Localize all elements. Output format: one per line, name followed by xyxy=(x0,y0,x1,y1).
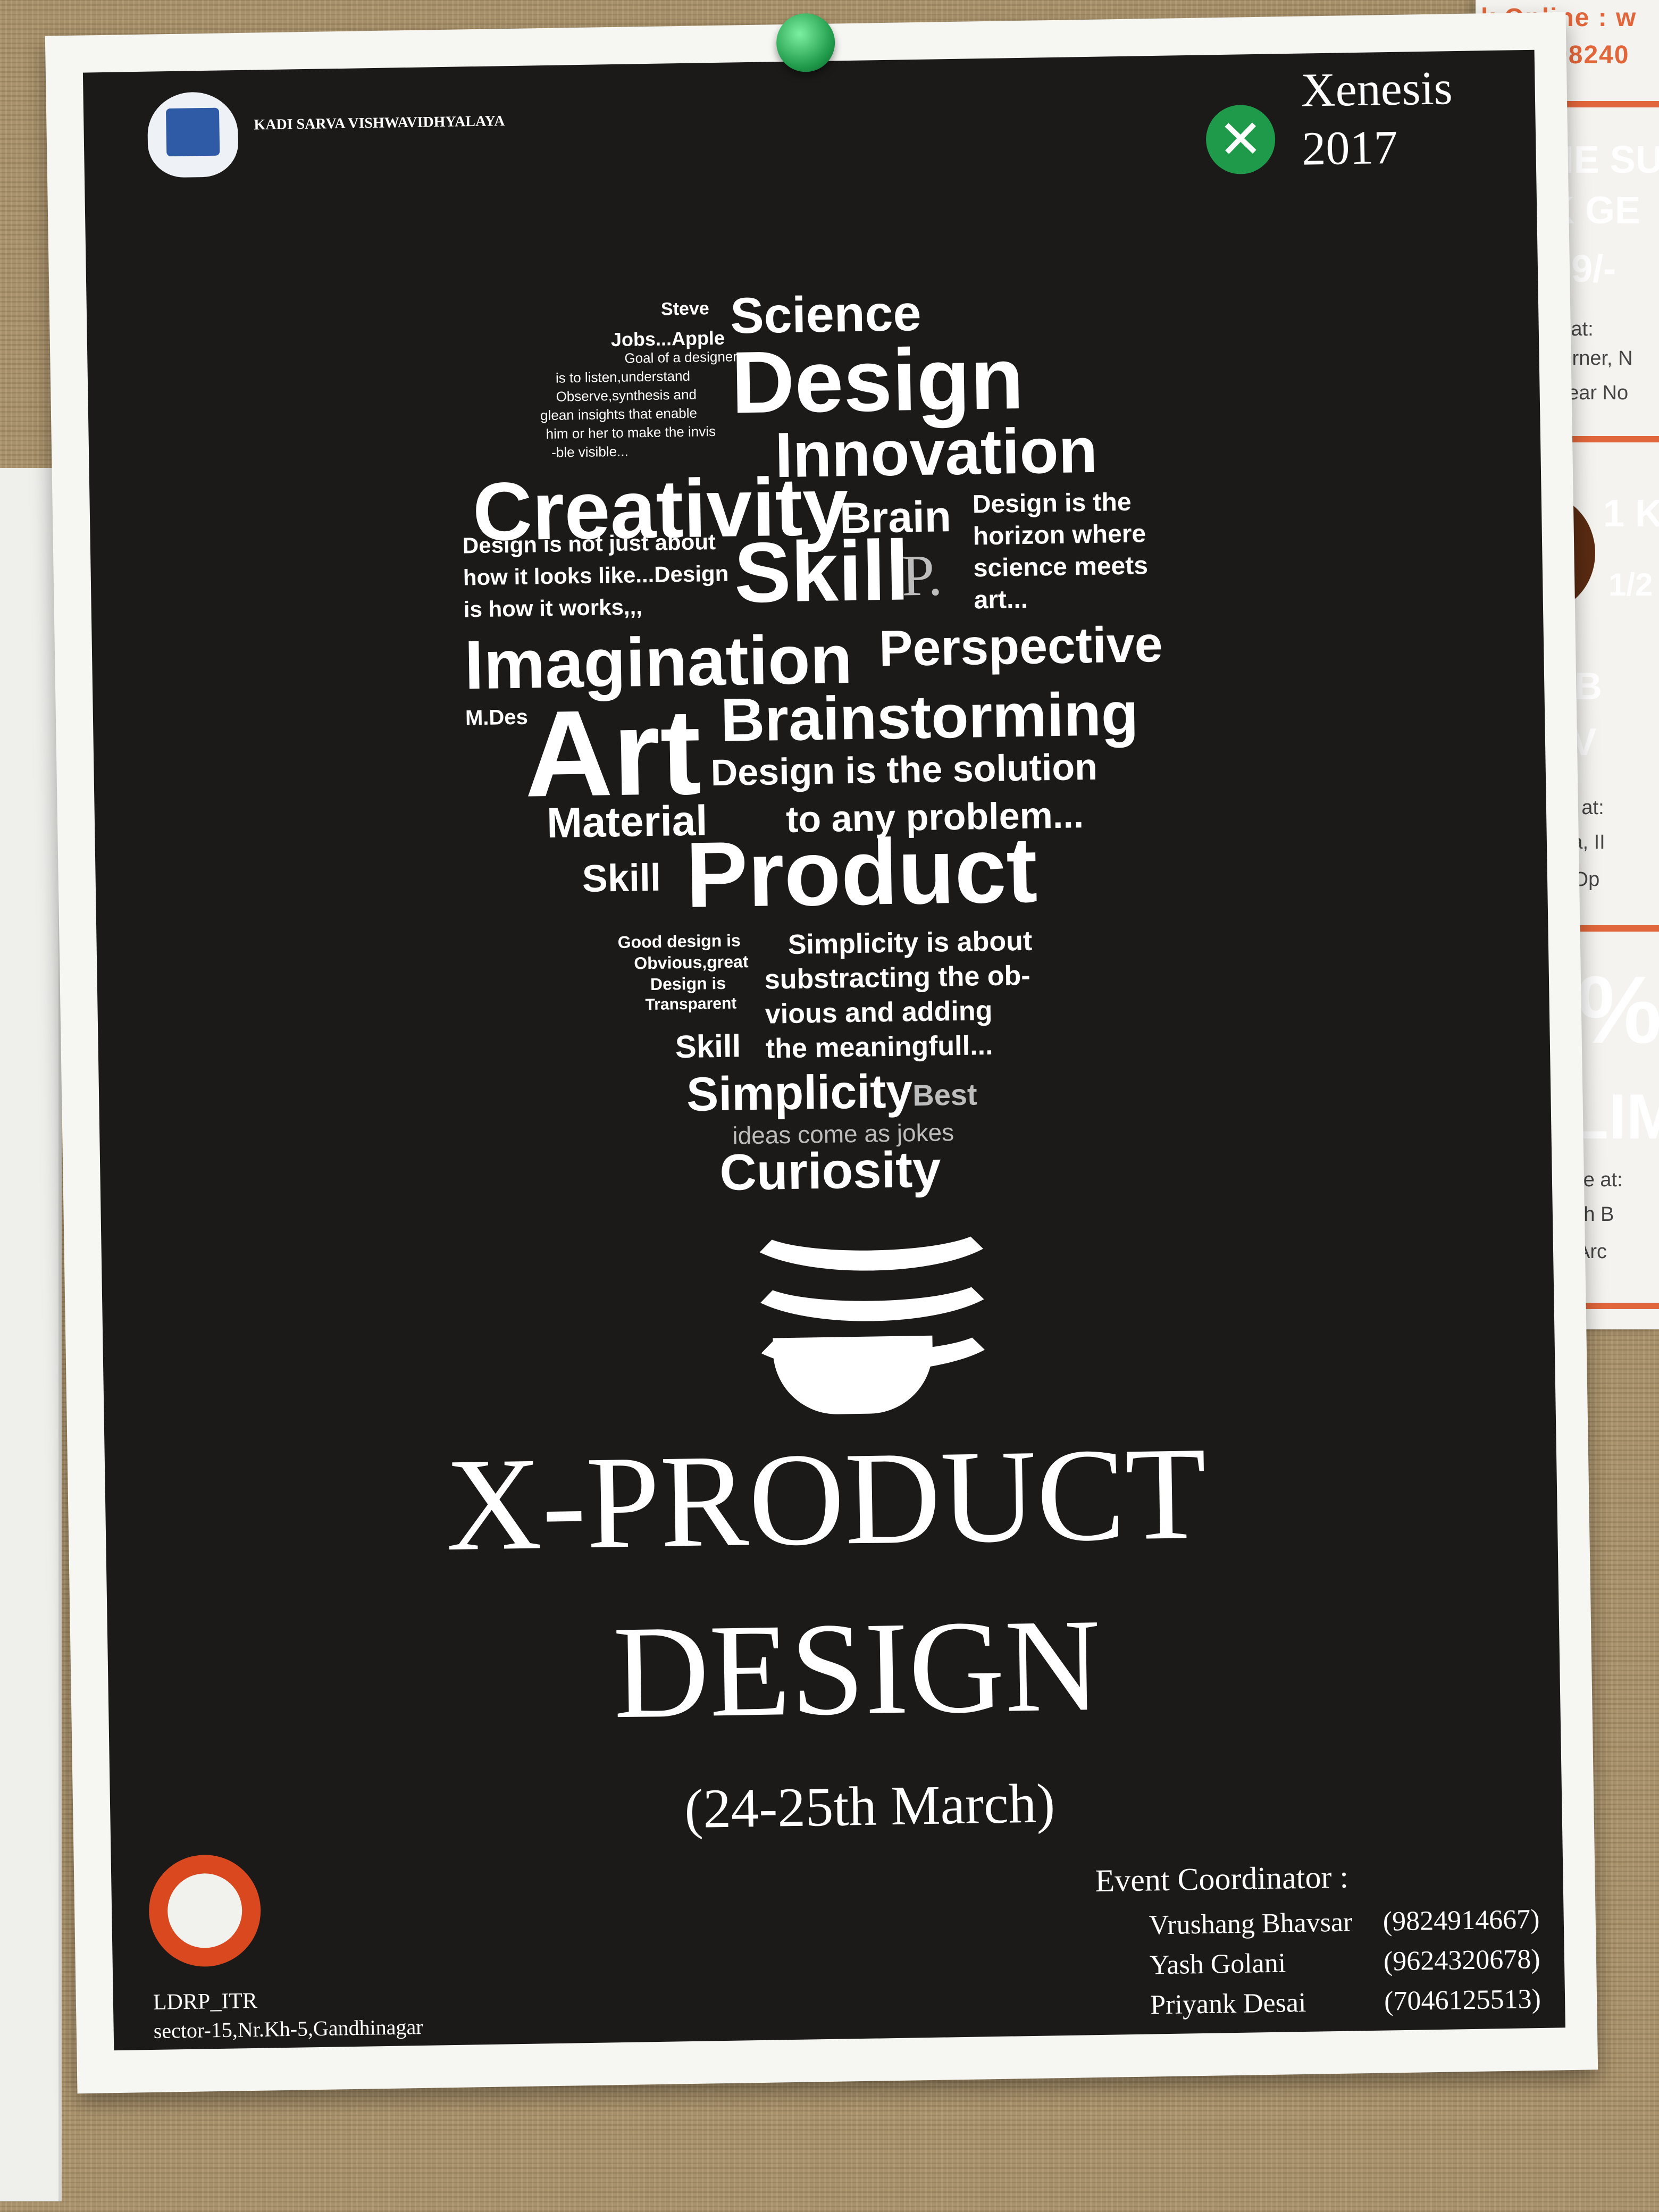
institute-name: LDRP_ITR xyxy=(153,1988,258,2015)
flyer-line: 1/2 xyxy=(1608,567,1653,602)
bulb-word: Simplicity is about xyxy=(787,925,1033,960)
flyer-line: 1 K xyxy=(1603,492,1659,535)
bulb-word: Goal of a designer xyxy=(624,348,738,366)
bulb-word: Simplicity xyxy=(686,1065,914,1121)
university-name: KADI SARVA VISHWAVIDHYALAYA xyxy=(254,113,505,133)
corkboard-scene: k Online : w : +91 98240 Y ONE SU RINK G… xyxy=(0,0,1659,2212)
coordinator-phone: (9824914667) xyxy=(1382,1904,1540,1937)
bulb-word: him or her to make the invis xyxy=(546,423,716,442)
bulb-word: is to listen,understand xyxy=(555,367,691,386)
bulb-word: Design is xyxy=(650,973,726,994)
coordinator-name: Vrushang Bhavsar xyxy=(1149,1907,1353,1941)
bulb-word: substracting the ob- xyxy=(764,960,1031,995)
bulb-word: Skill xyxy=(582,856,661,901)
bulb-word: Transparent xyxy=(645,994,737,1014)
bulb-word: Perspective xyxy=(878,616,1163,677)
institute-logo xyxy=(148,1854,262,1968)
coordinator-phone: (7046125513) xyxy=(1384,1983,1541,2017)
bulb-word: Design is not just about xyxy=(462,529,716,558)
festival-name: Xenesis xyxy=(1300,62,1453,117)
coordinator-name: Priyank Desai xyxy=(1150,1987,1306,2021)
festival-year: 2017 xyxy=(1301,121,1398,175)
bulb-word: Skill xyxy=(675,1028,741,1065)
bulb-word: -ble visible... xyxy=(551,443,629,460)
bulb-word: vious and adding xyxy=(765,995,993,1030)
coordinator-heading: Event Coordinator : xyxy=(1095,1859,1349,1899)
left-edge-paper xyxy=(0,468,62,2201)
bulb-word: glean insights that enable xyxy=(540,405,698,424)
bulb-word: Material xyxy=(546,797,708,847)
bulb-word: how it looks like...Design xyxy=(463,560,729,590)
institute-address: sector-15,Nr.Kh-5,Gandhinagar xyxy=(153,2015,423,2043)
university-logo xyxy=(147,91,239,178)
bulb-word: is how it works,,, xyxy=(463,594,643,622)
event-poster: KADI SARVA VISHWAVIDHYALAYA ✕ Xenesis 20… xyxy=(45,12,1598,2094)
bulb-word: the meaningfull... xyxy=(765,1029,993,1065)
bulb-tip xyxy=(773,1335,934,1415)
bulb-word: Steve xyxy=(660,298,710,320)
bulb-word: art... xyxy=(974,585,1028,615)
bulb-word: Best xyxy=(912,1077,978,1112)
bulb-word: Skill xyxy=(733,522,910,621)
bulb-word: Product xyxy=(685,818,1038,927)
coordinator-phone: (9624320678) xyxy=(1383,1943,1541,1977)
bulb-word: M.Des xyxy=(465,705,529,730)
xenesis-logo-icon: ✕ xyxy=(1205,104,1276,175)
bulb-word: Observe,synthesis and xyxy=(556,386,697,405)
poster-background: KADI SARVA VISHWAVIDHYALAYA ✕ Xenesis 20… xyxy=(82,49,1565,2051)
bulb-word: horizon where xyxy=(973,520,1146,551)
bulb-word: Good design is xyxy=(617,931,741,952)
coordinator-name: Yash Golani xyxy=(1149,1948,1286,1981)
bulb-word: Brainstorming xyxy=(720,680,1139,755)
poster-title-line-1: X-PRODUCT xyxy=(445,1419,1208,1579)
bulb-word: Design is the solution xyxy=(710,745,1098,794)
bulb-word: Design is the xyxy=(972,488,1132,519)
event-dates: (24-25th March) xyxy=(684,1772,1055,1840)
bulb-word: P. xyxy=(901,542,943,608)
bulb-word: Obvious,great xyxy=(634,952,749,973)
bulb-word: Jobs...Apple xyxy=(610,326,725,351)
poster-title-line-2: DESIGN xyxy=(612,1591,1102,1747)
bulb-word: science meets xyxy=(973,551,1149,583)
bulb-word: Design xyxy=(730,329,1025,432)
